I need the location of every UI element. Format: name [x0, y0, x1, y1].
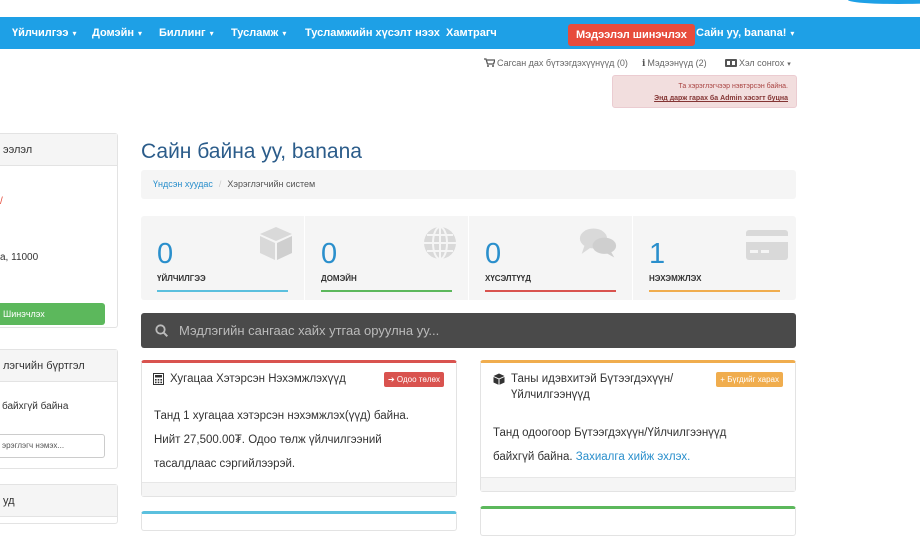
nav-affiliates[interactable]: Хамтрагч — [446, 17, 497, 49]
caret-down-icon: ▾ — [72, 29, 77, 38]
sidebar-update-button[interactable]: Шинэчлэх — [0, 303, 105, 325]
card-body-line: Танд 1 хугацаа хэтэрсэн нэхэмжлэх(үүд) б… — [154, 410, 410, 422]
caret-down-icon: ▾ — [209, 29, 214, 38]
next-card — [480, 506, 796, 536]
cart-icon — [484, 58, 496, 67]
breadcrumb: Үндсэн хуудас / Хэрэглэгчийн систем — [141, 170, 796, 199]
user-menu[interactable]: Сайн уу, banana! ▾ — [696, 17, 794, 49]
cart-link[interactable]: Сагсан дах бүтээгдэхүүнүүд (0) — [484, 58, 628, 68]
breadcrumb-current: Хэрэглэгчийн систем — [227, 179, 316, 189]
tile-value: 0 — [321, 238, 338, 270]
main-navbar: Үйлчилгээ ▾ Домэйн ▾ Биллинг ▾ Тусламж ▾ Тус… — [0, 17, 920, 49]
plus-icon: + — [720, 375, 725, 384]
card-footer — [481, 477, 795, 491]
search-placeholder: Мэдлэгийн сангаас хайх утгаа оруулна уу.… — [179, 323, 440, 338]
comments-icon — [579, 228, 617, 258]
globe-icon — [424, 226, 456, 260]
page-title: Сайн байна уу, banana — [141, 140, 362, 163]
card-body-line: Нийт 27,500.00₮. Одоо төлж үйлчилгээний — [154, 434, 382, 446]
tile-invoices[interactable]: 1 НЭХЭМЖЛЭХ — [633, 216, 797, 300]
update-info-button[interactable]: Мэдээлэл шинэчлэх — [568, 24, 695, 46]
caret-down-icon: ▾ — [787, 61, 791, 68]
card-title-line: Үйлчилгээнүүд — [511, 389, 590, 401]
card-title: Таны идэвхитэй Бүтээгдэхүүн/ Үйлчилгээнү… — [511, 371, 673, 403]
stats-tiles: 0 ҮЙЛЧИЛГЭЭ 0 ДОМЭЙН 0 ХҮСЭЛТҮҮД 1 НЭХЭМ… — [141, 216, 796, 300]
tile-accent-bar — [157, 290, 288, 292]
language-icon — [725, 59, 737, 67]
info-icon: i — [642, 59, 646, 69]
tile-tickets[interactable]: 0 ХҮСЭЛТҮҮД — [469, 216, 633, 300]
sidebar-panel-info: ээлэл — [0, 133, 118, 328]
cube-icon — [260, 227, 292, 260]
knowledgebase-search-input[interactable]: Мэдлэгийн сангаас хайх утгаа оруулна уу.… — [141, 313, 796, 348]
active-products-card: Таны идэвхитэй Бүтээгдэхүүн/ Үйлчилгээнү… — [480, 360, 796, 492]
tile-value: 0 — [485, 238, 502, 270]
next-card — [141, 511, 457, 531]
caret-down-icon: ▾ — [138, 29, 143, 38]
tile-accent-bar — [649, 290, 780, 292]
nav-domains[interactable]: Домэйн ▾ — [92, 17, 142, 49]
tile-label: ҮЙЛЧИЛГЭЭ — [157, 274, 206, 283]
breadcrumb-separator: / — [218, 179, 222, 189]
tile-services[interactable]: 0 ҮЙЛЧИЛГЭЭ — [141, 216, 305, 300]
nav-billing[interactable]: Биллинг ▾ — [159, 17, 214, 49]
nav-services[interactable]: Үйлчилгээ ▾ — [12, 17, 76, 49]
pay-now-button[interactable]: ➔ Одоо төлөх — [383, 372, 444, 387]
card-body-line: Танд одоогоор Бүтээгдэхүүн/Үйлчилгээнүүд — [493, 427, 727, 439]
overdue-invoices-card: Хугацаа Хэтэрсэн Нэхэмжлэхүүд ➔ Одоо төл… — [141, 360, 457, 497]
sidebar-panel-title: ээлэл — [0, 134, 117, 166]
caret-down-icon: ▾ — [790, 29, 795, 38]
tile-domains[interactable]: 0 ДОМЭЙН — [305, 216, 469, 300]
sidebar-text: / — [0, 196, 3, 207]
credit-card-icon — [746, 230, 788, 260]
return-to-admin-link[interactable]: Энд дарж гарах ба Admin хэсэгт буцна — [621, 93, 788, 105]
tile-value: 1 — [649, 238, 666, 270]
nav-support[interactable]: Тусламж ▾ — [231, 17, 286, 49]
card-title: Хугацаа Хэтэрсэн Нэхэмжлэхүүд — [170, 373, 346, 385]
card-body-line: байхгүй байна. Захиалга хийж эхлэх. — [493, 451, 691, 463]
alert-text: Та хэрэглэгчээр нэвтэрсэн байна. — [678, 83, 788, 90]
card-title-line: Таны идэвхитэй Бүтээгдэхүүн/ — [511, 373, 674, 385]
sidebar-panel-title: уд — [0, 485, 117, 517]
calculator-icon — [153, 373, 164, 385]
card-body-line: тасалдлаас сэргийлээрэй. — [154, 458, 296, 470]
arrow-right-icon: ➔ — [387, 375, 395, 384]
admin-masquerade-alert: Та хэрэглэгчээр нэвтэрсэн байна. Энд дар… — [612, 75, 797, 108]
sidebar-empty-text: байхгүй байна — [2, 401, 69, 412]
add-contact-input[interactable]: эрэглэгч нэмэх... — [0, 434, 105, 458]
header-decoration — [848, 0, 920, 4]
notifications-link[interactable]: i Мэдээнүүд (2) — [642, 58, 707, 69]
card-footer — [142, 482, 456, 496]
start-order-link[interactable]: Захиалга хийж эхлэх. — [576, 451, 691, 463]
sidebar-panel-title: лэгчийн бүртгэл — [0, 350, 117, 382]
sidebar-panel-shortcuts: уд — [0, 484, 118, 524]
caret-down-icon: ▾ — [282, 29, 287, 38]
search-icon — [155, 324, 168, 337]
tile-accent-bar — [321, 290, 452, 292]
breadcrumb-home-link[interactable]: Үндсэн хуудас — [153, 179, 213, 189]
sidebar-address: а, 11000 — [0, 252, 39, 263]
tile-value: 0 — [157, 238, 174, 270]
nav-open-ticket[interactable]: Тусламжийн хүсэлт нээх — [305, 17, 440, 49]
tile-label: ХҮСЭЛТҮҮД — [485, 274, 531, 283]
card-body: Танд 1 хугацаа хэтэрсэн нэхэмжлэх(үүд) б… — [154, 404, 409, 476]
tile-label: НЭХЭМЖЛЭХ — [649, 274, 702, 283]
tile-label: ДОМЭЙН — [321, 274, 357, 283]
view-all-button[interactable]: + Бүгдийг харах — [716, 372, 783, 387]
tile-accent-bar — [485, 290, 616, 292]
language-chooser[interactable]: Хэл сонгох ▾ — [725, 58, 791, 68]
cube-icon — [493, 373, 505, 385]
card-body: Танд одоогоор Бүтээгдэхүүн/Үйлчилгээнүүд… — [493, 421, 726, 469]
